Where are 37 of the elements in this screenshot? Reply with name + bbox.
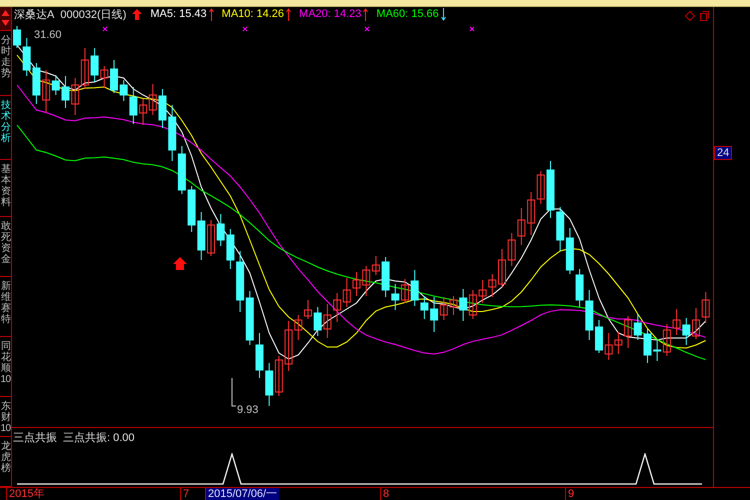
- sidebar-tab[interactable]: 分时走势: [0, 30, 11, 96]
- sidebar-tab[interactable]: 基本资料: [0, 160, 11, 218]
- window-buttons-icon[interactable]: [685, 10, 709, 21]
- sidebar-tab[interactable]: 技术分析: [0, 96, 11, 160]
- up-arrow-icon: [173, 256, 187, 270]
- up-arrow-icon: [363, 8, 368, 21]
- cross-marker-icon: [242, 26, 248, 32]
- moving-average-value: MA60: 15.66: [376, 8, 439, 20]
- indicator-title: 三点共振: [13, 430, 57, 445]
- date-axis-label: 8: [380, 488, 392, 500]
- cross-marker-icon: [102, 26, 108, 32]
- up-arrow-icon: [208, 8, 214, 21]
- up-arrow-icon: [132, 8, 142, 20]
- date-axis-label: 2015/07/06/一: [205, 488, 280, 500]
- moving-average-value: MA20: 14.23: [299, 8, 362, 20]
- date-axis-label: 9: [565, 488, 576, 500]
- down-arrow-icon: [440, 8, 446, 21]
- moving-average-value: MA10: 14.26: [222, 8, 284, 20]
- low-price-label: 9.93: [237, 404, 258, 416]
- price-axis-label: 24: [714, 146, 732, 160]
- sidebar-tab[interactable]: 同花顺10: [0, 336, 11, 397]
- date-axis-label: 2015年: [6, 488, 46, 500]
- moving-average-value: MA5: 15.43: [150, 8, 207, 20]
- sidebar-tab[interactable]: 东财10: [0, 396, 11, 437]
- leader-line: [232, 377, 236, 406]
- high-price-label: 31.60: [34, 28, 62, 41]
- cross-marker-icon: [364, 26, 370, 32]
- up-down-arrows-icon[interactable]: [0, 6, 11, 31]
- stock-name: 深桑达A: [14, 8, 54, 22]
- up-arrow-icon: [286, 8, 292, 21]
- sidebar-tab[interactable]: 龙虎榜: [0, 436, 11, 487]
- stock-code: 000032(日线): [60, 8, 126, 22]
- date-axis-label: 7: [180, 488, 192, 500]
- indicator-value: 三点共振: 0.00: [63, 430, 135, 445]
- cross-marker-icon: [470, 26, 474, 32]
- sidebar-tab[interactable]: 新维赛特: [0, 277, 11, 337]
- sidebar-tab[interactable]: 敢死资金: [0, 217, 11, 278]
